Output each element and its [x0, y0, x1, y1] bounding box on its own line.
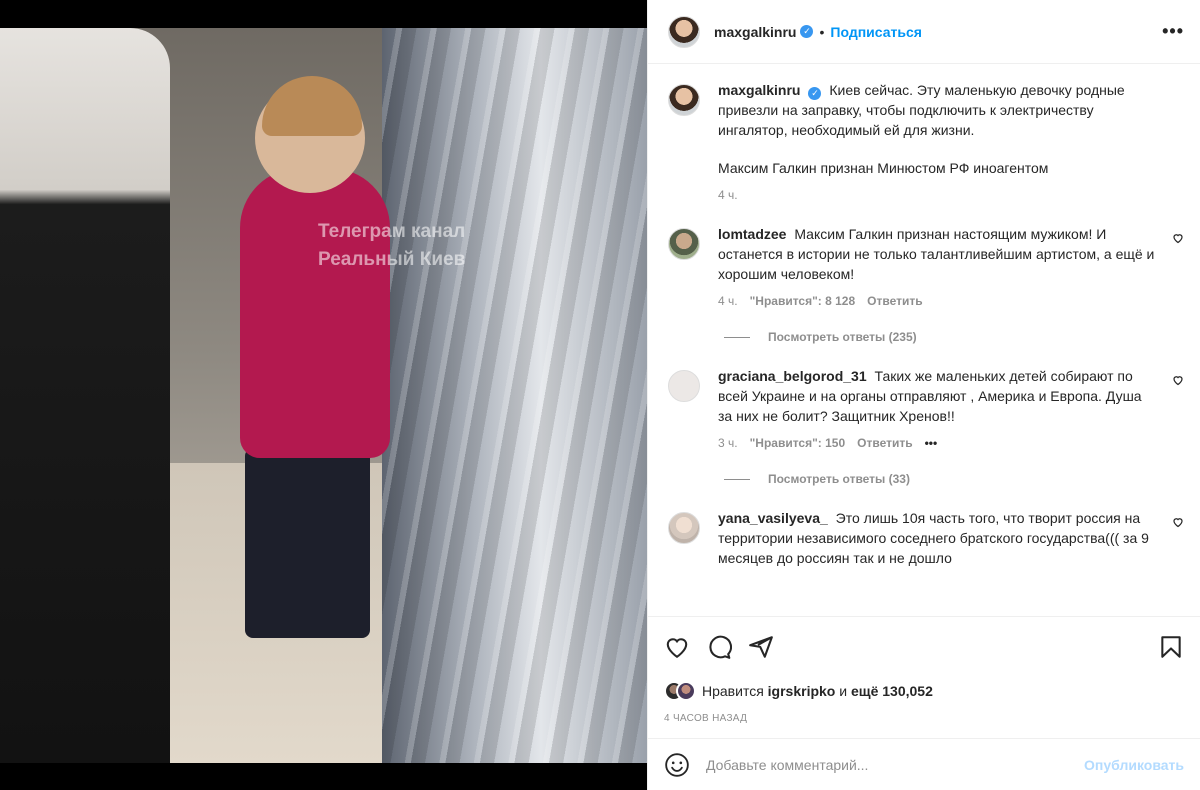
- view-replies-label: Посмотреть ответы (235): [768, 330, 917, 344]
- share-paper-plane-icon[interactable]: [748, 634, 774, 660]
- watermark-line-2: Реальный Киев: [318, 249, 466, 270]
- reply-button[interactable]: Ответить: [857, 436, 912, 450]
- post-header: maxgalkinru ✓ • Подписаться •••: [648, 0, 1200, 64]
- comment: lomtadzee Максим Галкин признан настоящи…: [668, 224, 1184, 308]
- watermark-line-1: Телеграм канал: [318, 221, 466, 242]
- comment-likes[interactable]: "Нравится": 8 128: [750, 294, 856, 308]
- liked-by-count[interactable]: ещё 130,052: [851, 683, 933, 699]
- author-avatar[interactable]: [668, 15, 700, 48]
- save-bookmark-icon[interactable]: [1158, 634, 1184, 660]
- comments-list[interactable]: maxgalkinru ✓ Киев сейчас. Эту маленькую …: [648, 64, 1200, 616]
- post-sidebar: maxgalkinru ✓ • Подписаться ••• maxgalki…: [647, 0, 1200, 790]
- comment-more-icon[interactable]: •••: [925, 436, 938, 450]
- caption: maxgalkinru ✓ Киев сейчас. Эту маленькую …: [668, 80, 1184, 202]
- girl-hair: [262, 76, 362, 136]
- comment-bubble-icon[interactable]: [706, 634, 732, 660]
- liked-by: Нравится igrskripko и ещё 130,052: [664, 681, 1184, 701]
- verified-badge-icon: ✓: [800, 25, 814, 38]
- liked-by-user[interactable]: igrskripko: [768, 683, 836, 699]
- comment-username[interactable]: lomtadzee: [718, 226, 786, 242]
- photo-watermark: Телеграм канал Реальный Киев: [318, 218, 465, 274]
- commenter-avatar[interactable]: [668, 228, 700, 260]
- comment-username[interactable]: yana_vasilyeva_: [718, 510, 828, 526]
- like-comment-heart-icon[interactable]: [1172, 374, 1184, 386]
- view-replies-label: Посмотреть ответы (33): [768, 472, 910, 486]
- follow-button[interactable]: Подписаться: [830, 24, 922, 40]
- verified-badge-icon: ✓: [808, 87, 822, 100]
- comment: graciana_belgorod_31 Таких же маленьких …: [668, 366, 1184, 450]
- like-comment-heart-icon[interactable]: [1172, 232, 1184, 244]
- liked-by-prefix: Нравится: [702, 683, 764, 699]
- author-username[interactable]: maxgalkinru: [714, 24, 796, 40]
- replies-line: [724, 336, 750, 338]
- caption-username[interactable]: maxgalkinru: [718, 82, 800, 98]
- commenter-avatar[interactable]: [668, 370, 700, 402]
- post-actions: Нравится igrskripko и ещё 130,052 4 ЧАСО…: [648, 616, 1200, 738]
- comment-input[interactable]: [706, 756, 1085, 773]
- more-options-icon[interactable]: •••: [1162, 21, 1184, 42]
- wall: [382, 28, 647, 763]
- adult-figure: [0, 28, 170, 763]
- comment-time[interactable]: 3 ч.: [718, 436, 738, 450]
- view-replies-button[interactable]: Посмотреть ответы (235): [724, 330, 1184, 344]
- post-timestamp[interactable]: 4 ЧАСОВ НАЗАД: [664, 713, 1184, 738]
- reply-button[interactable]: Ответить: [867, 294, 922, 308]
- like-heart-icon[interactable]: [664, 634, 690, 660]
- comment-time[interactable]: 4 ч.: [718, 294, 738, 308]
- post-media[interactable]: Телеграм канал Реальный Киев: [0, 0, 647, 790]
- liked-by-and: и: [839, 683, 848, 699]
- caption-extra: Максим Галкин признан Минюстом РФ иноаге…: [718, 160, 1049, 176]
- like-comment-heart-icon[interactable]: [1172, 516, 1184, 528]
- comment: yana_vasilyeva_ Это лишь 10я часть того,…: [668, 508, 1184, 568]
- replies-line: [724, 478, 750, 480]
- comment-likes[interactable]: "Нравится": 150: [750, 436, 846, 450]
- emoji-smiley-icon[interactable]: [664, 752, 690, 778]
- girl-coat: [240, 168, 390, 458]
- publish-button[interactable]: Опубликовать: [1084, 757, 1184, 773]
- comment-username[interactable]: graciana_belgorod_31: [718, 368, 867, 384]
- commenter-avatar[interactable]: [668, 512, 700, 544]
- caption-avatar[interactable]: [668, 84, 700, 116]
- post-photo: Телеграм канал Реальный Киев: [0, 28, 647, 763]
- add-comment-bar: Опубликовать: [648, 738, 1200, 790]
- girl-legs: [245, 448, 370, 638]
- caption-time[interactable]: 4 ч.: [718, 188, 738, 202]
- post-modal: Телеграм канал Реальный Киев maxgalkinru…: [0, 0, 1200, 790]
- liker-avatar[interactable]: [676, 681, 696, 701]
- header-separator: •: [819, 23, 825, 40]
- view-replies-button[interactable]: Посмотреть ответы (33): [724, 472, 1184, 486]
